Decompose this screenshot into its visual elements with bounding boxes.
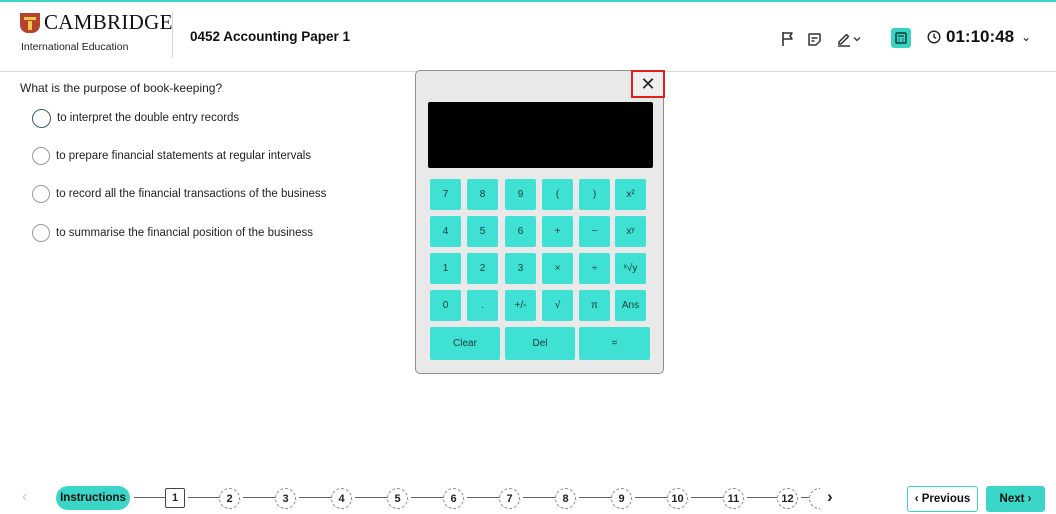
connector-line bbox=[747, 497, 777, 498]
answer-option-b[interactable]: to prepare financial statements at regul… bbox=[32, 146, 311, 166]
calculator-icon[interactable] bbox=[891, 28, 911, 48]
question-text: What is the purpose of book-keeping? bbox=[20, 81, 223, 95]
equals-key[interactable]: = bbox=[579, 327, 650, 360]
option-label: to prepare financial statements at regul… bbox=[56, 150, 312, 162]
key-square[interactable]: x² bbox=[615, 179, 646, 210]
key-close-paren[interactable]: ) bbox=[579, 179, 610, 210]
key-8[interactable]: 8 bbox=[467, 179, 498, 210]
delete-key[interactable]: Del bbox=[505, 327, 575, 360]
brand-subtitle: International Education bbox=[21, 41, 129, 53]
question-nav-6[interactable]: 6 bbox=[443, 488, 464, 509]
calculator-display bbox=[428, 102, 653, 168]
connector-line bbox=[579, 497, 611, 498]
key-ans[interactable]: Ans bbox=[615, 290, 646, 321]
close-icon: ✕ bbox=[640, 73, 656, 94]
question-nav-8[interactable]: 8 bbox=[555, 488, 576, 509]
key-open-paren[interactable]: ( bbox=[542, 179, 573, 210]
connector-line bbox=[243, 497, 275, 498]
radio-button[interactable] bbox=[32, 224, 50, 242]
key-decimal[interactable]: . bbox=[467, 290, 498, 321]
calculator-panel[interactable]: ✕ 7 8 9 ( ) x² 4 5 6 + − xʸ 1 2 3 × ÷ ˣ√… bbox=[415, 70, 665, 374]
key-9[interactable]: 9 bbox=[505, 179, 536, 210]
crest-icon bbox=[20, 13, 40, 33]
question-nav-13-partial[interactable] bbox=[809, 488, 820, 509]
connector-line bbox=[355, 497, 387, 498]
radio-button[interactable] bbox=[32, 108, 51, 128]
connector-line bbox=[188, 497, 219, 498]
question-nav-3[interactable]: 3 bbox=[275, 488, 296, 509]
answer-option-a[interactable]: to interpret the double entry records bbox=[32, 108, 239, 128]
chevron-down-icon bbox=[853, 37, 861, 42]
exam-timer[interactable]: 01:10:48 ⌄ bbox=[927, 27, 1031, 47]
connector-line bbox=[801, 497, 809, 498]
key-4[interactable]: 4 bbox=[430, 216, 461, 247]
key-multiply[interactable]: × bbox=[542, 253, 573, 284]
timer-value: 01:10:48 bbox=[946, 27, 1015, 46]
key-6[interactable]: 6 bbox=[505, 216, 536, 247]
cambridge-logo: CAMBRIDGE International Education bbox=[20, 10, 172, 55]
key-sign[interactable]: +/- bbox=[505, 290, 536, 321]
key-2[interactable]: 2 bbox=[467, 253, 498, 284]
notes-icon[interactable] bbox=[805, 28, 823, 50]
close-calculator-button[interactable]: ✕ bbox=[631, 70, 665, 98]
question-nav-5[interactable]: 5 bbox=[387, 488, 408, 509]
connector-line bbox=[299, 497, 331, 498]
question-nav-4[interactable]: 4 bbox=[331, 488, 352, 509]
answer-option-d[interactable]: to summarise the financial position of t… bbox=[32, 223, 313, 243]
key-5[interactable]: 5 bbox=[467, 216, 498, 247]
question-nav-11[interactable]: 11 bbox=[723, 488, 744, 509]
header-divider bbox=[172, 12, 173, 58]
paper-title: 0452 Accounting Paper 1 bbox=[190, 29, 351, 44]
question-nav-12[interactable]: 12 bbox=[777, 488, 798, 509]
key-3[interactable]: 3 bbox=[505, 253, 536, 284]
question-nav-9[interactable]: 9 bbox=[611, 488, 632, 509]
connector-line bbox=[134, 497, 165, 498]
top-bar: CAMBRIDGE International Education 0452 A… bbox=[0, 0, 1056, 72]
key-divide[interactable]: ÷ bbox=[579, 253, 610, 284]
question-nav-7[interactable]: 7 bbox=[499, 488, 520, 509]
key-pi[interactable]: π bbox=[579, 290, 610, 321]
key-sqrt[interactable]: √ bbox=[542, 290, 573, 321]
key-7[interactable]: 7 bbox=[430, 179, 461, 210]
radio-button[interactable] bbox=[32, 147, 50, 165]
connector-line bbox=[411, 497, 443, 498]
next-button[interactable]: Next › bbox=[986, 486, 1045, 512]
option-label: to record all the financial transactions… bbox=[56, 188, 327, 200]
clock-icon bbox=[927, 30, 941, 44]
option-label: to summarise the financial position of t… bbox=[56, 227, 313, 239]
radio-button[interactable] bbox=[32, 185, 50, 203]
key-nth-root[interactable]: ˣ√y bbox=[615, 253, 646, 284]
key-0[interactable]: 0 bbox=[430, 290, 461, 321]
question-nav-1[interactable]: 1 bbox=[165, 488, 185, 508]
key-plus[interactable]: + bbox=[542, 216, 573, 247]
chevron-down-icon: ⌄ bbox=[1021, 30, 1032, 44]
previous-button[interactable]: ‹ Previous bbox=[907, 486, 978, 512]
question-nav-10[interactable]: 10 bbox=[667, 488, 688, 509]
question-navigator: ‹ Instructions 1 2 3 4 5 6 7 8 9 10 11 1… bbox=[0, 483, 1056, 514]
key-1[interactable]: 1 bbox=[430, 253, 461, 284]
connector-line bbox=[691, 497, 723, 498]
connector-line bbox=[523, 497, 555, 498]
key-minus[interactable]: − bbox=[579, 216, 610, 247]
highlighter-icon[interactable] bbox=[832, 28, 866, 50]
brand-name: CAMBRIDGE bbox=[44, 10, 173, 34]
key-power[interactable]: xʸ bbox=[615, 216, 646, 247]
scroll-right-icon[interactable]: › bbox=[827, 487, 833, 507]
answer-option-c[interactable]: to record all the financial transactions… bbox=[32, 184, 326, 204]
connector-line bbox=[635, 497, 667, 498]
question-nav-2[interactable]: 2 bbox=[219, 488, 240, 509]
flag-icon[interactable] bbox=[779, 28, 797, 50]
instructions-button[interactable]: Instructions bbox=[56, 486, 130, 510]
option-label: to interpret the double entry records bbox=[57, 112, 240, 124]
connector-line bbox=[467, 497, 499, 498]
clear-key[interactable]: Clear bbox=[430, 327, 500, 360]
scroll-left-icon[interactable]: ‹ bbox=[22, 488, 27, 506]
